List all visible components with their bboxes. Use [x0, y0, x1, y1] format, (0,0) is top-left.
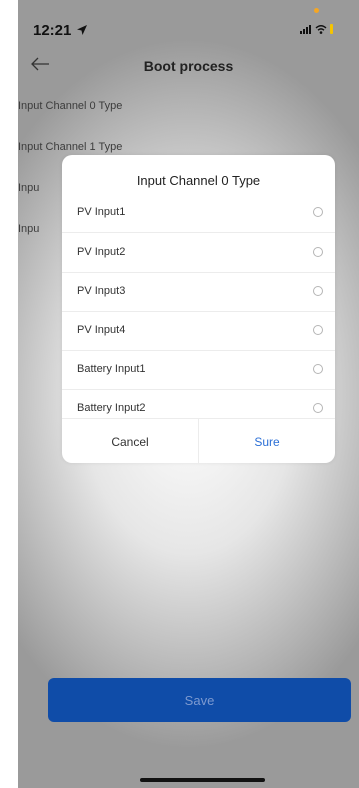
option-label: PV Input1 [77, 206, 126, 218]
option-label: Battery Input1 [77, 363, 146, 375]
option-label: Battery Input2 [77, 402, 146, 414]
signal-icon [300, 25, 311, 34]
home-indicator [140, 778, 265, 782]
option-pv-input3[interactable]: PV Input3 [62, 272, 335, 312]
list-item-channel-2[interactable]: Inpu [18, 182, 39, 194]
radio-unchecked-icon[interactable] [313, 364, 323, 374]
list-item-channel-3[interactable]: Inpu [18, 223, 39, 235]
option-label: PV Input2 [77, 246, 126, 258]
radio-unchecked-icon[interactable] [313, 403, 323, 413]
option-pv-input4[interactable]: PV Input4 [62, 311, 335, 351]
list-item-channel-0[interactable]: Input Channel 0 Type [18, 100, 122, 112]
status-icons [300, 24, 333, 34]
status-bar: 12:21 [18, 0, 359, 44]
location-arrow-icon [77, 25, 87, 35]
dialog-actions: Cancel Sure [62, 418, 335, 463]
radio-unchecked-icon[interactable] [313, 207, 323, 217]
nav-bar: Boot process [18, 50, 359, 84]
page-title: Boot process [143, 58, 234, 74]
cancel-button[interactable]: Cancel [62, 419, 199, 463]
channel-type-picker-dialog: Input Channel 0 Type PV Input1 PV Input2… [62, 155, 335, 463]
list-item-channel-1[interactable]: Input Channel 1 Type [18, 141, 122, 153]
option-battery-input1[interactable]: Battery Input1 [62, 350, 335, 390]
option-label: PV Input3 [77, 285, 126, 297]
app-screen: 12:21 Boot process Input Channel 0 Type … [18, 0, 359, 788]
option-pv-input1[interactable]: PV Input1 [62, 193, 335, 233]
option-label: PV Input4 [77, 324, 126, 336]
privacy-indicator-dot [314, 8, 319, 13]
save-button[interactable]: Save [48, 678, 351, 722]
dialog-title: Input Channel 0 Type [136, 173, 261, 188]
radio-unchecked-icon[interactable] [313, 325, 323, 335]
sure-button[interactable]: Sure [199, 419, 335, 463]
battery-icon [330, 24, 333, 34]
radio-unchecked-icon[interactable] [313, 286, 323, 296]
option-pv-input2[interactable]: PV Input2 [62, 233, 335, 273]
radio-unchecked-icon[interactable] [313, 247, 323, 257]
wifi-icon [315, 25, 327, 34]
status-time: 12:21 [33, 22, 72, 39]
